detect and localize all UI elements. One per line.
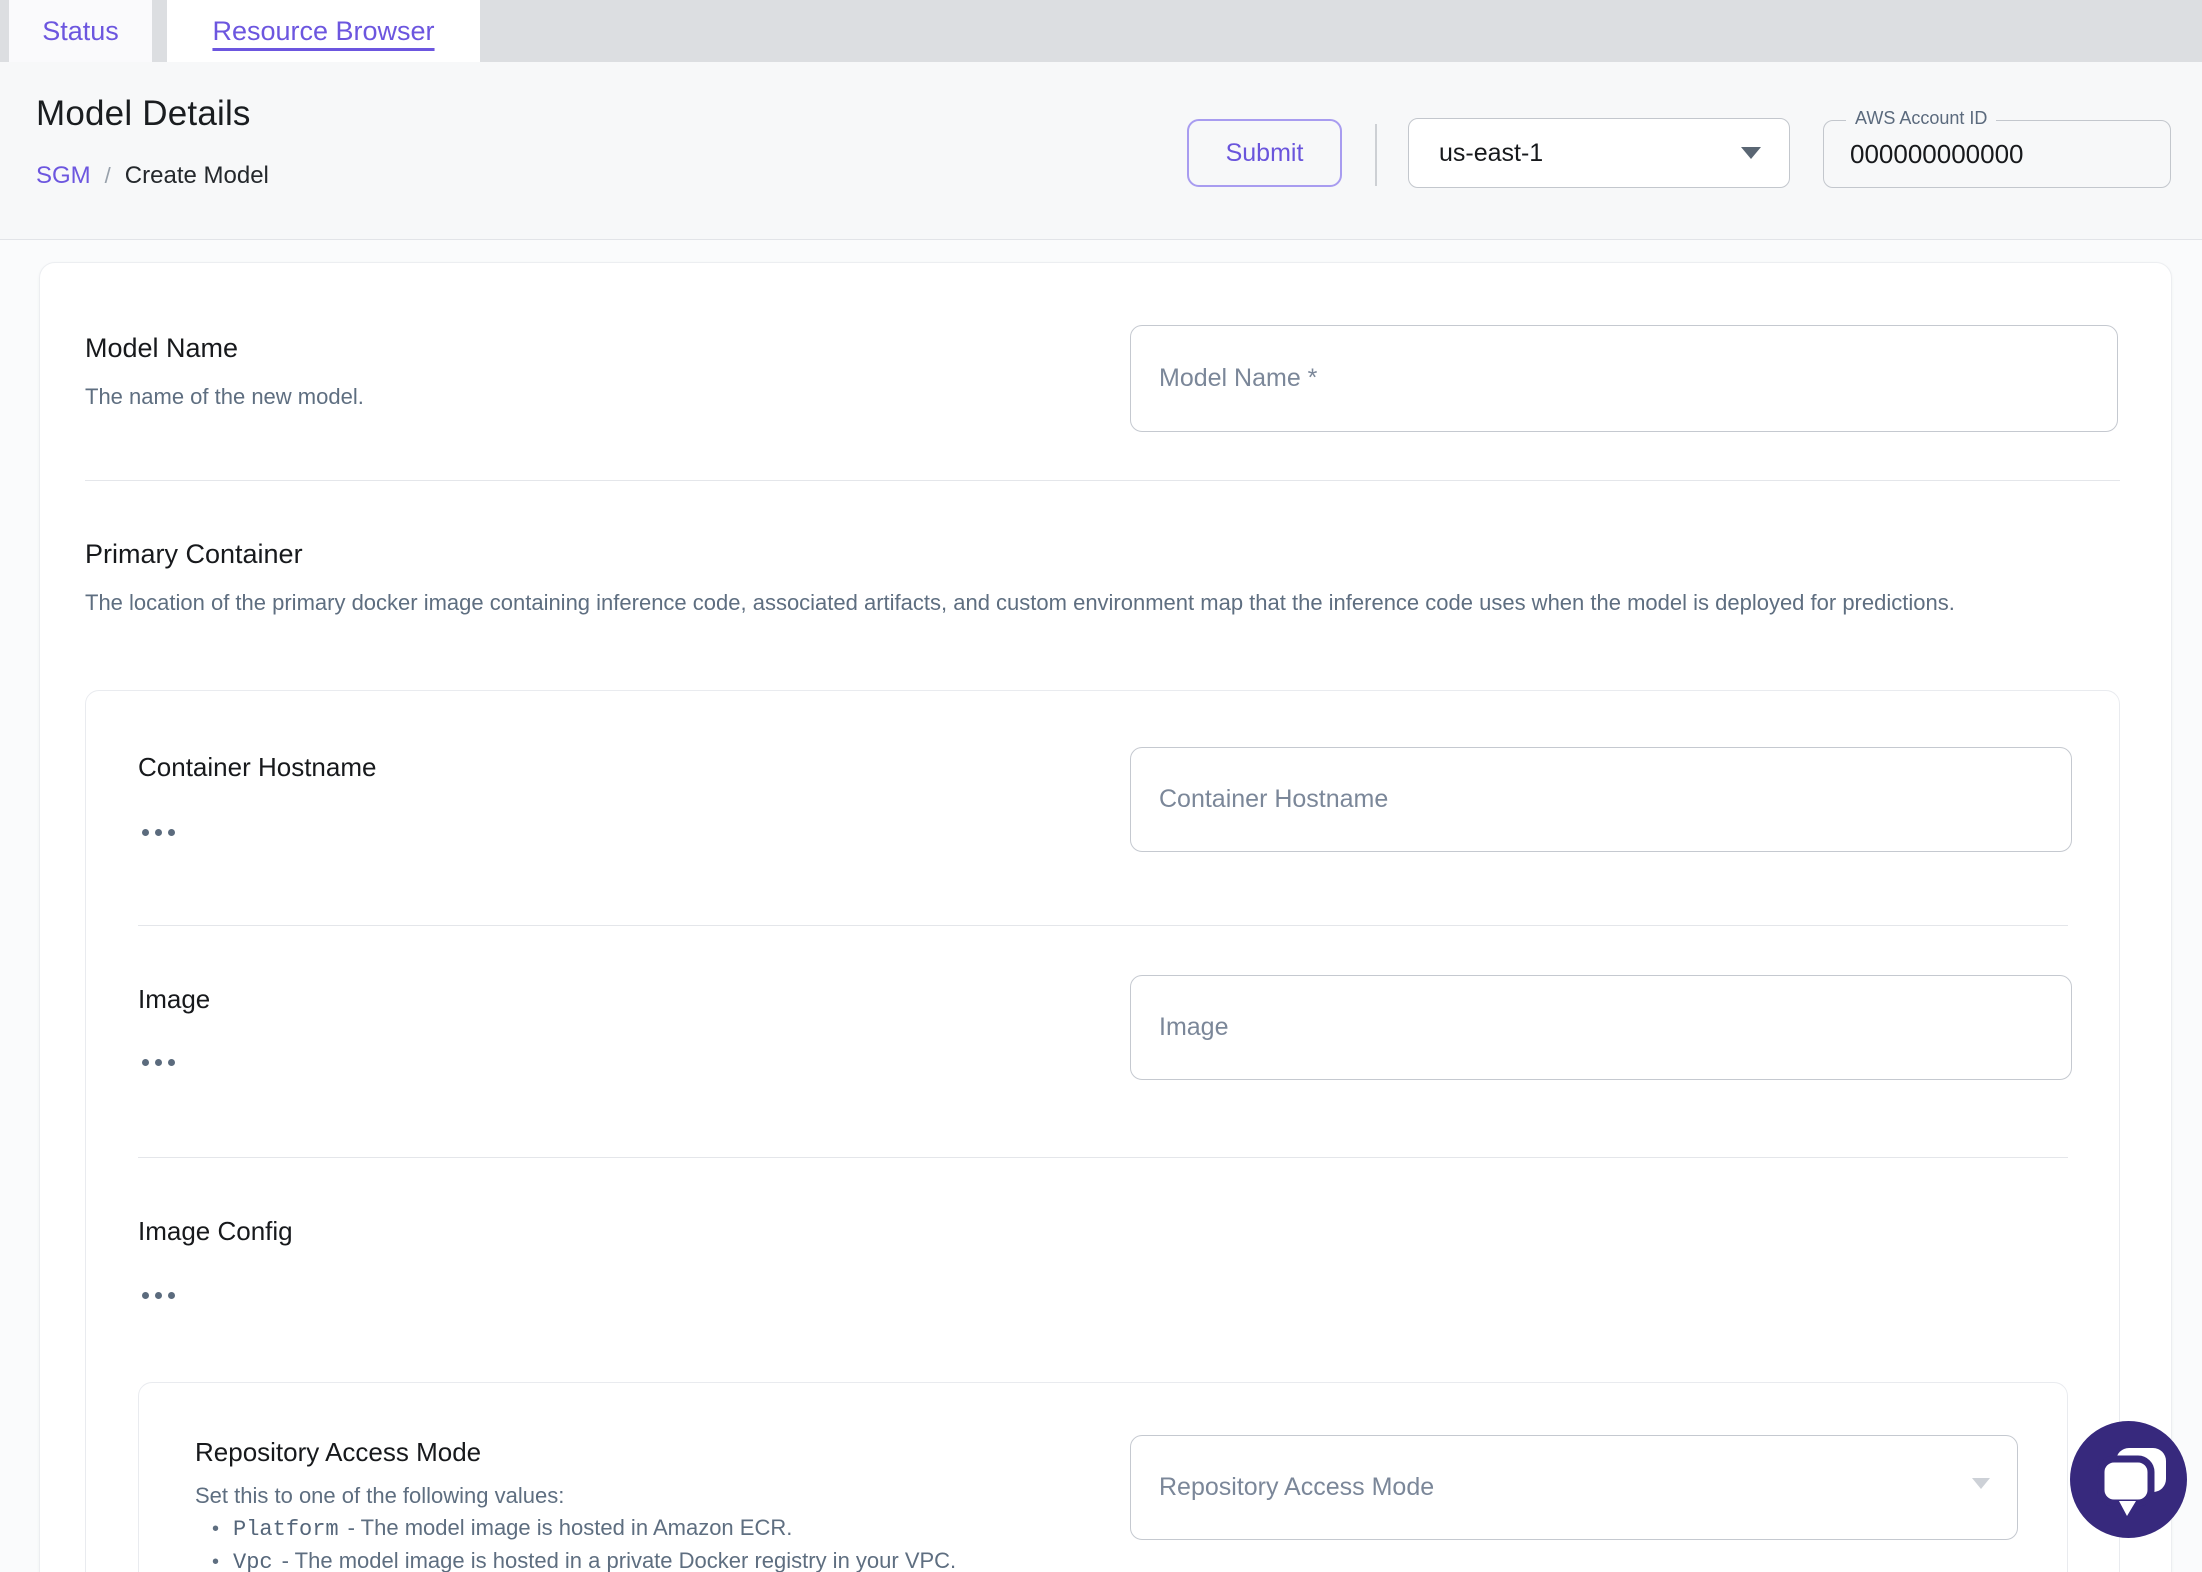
list-item: • Vpc - The model image is hosted in a p… xyxy=(212,1545,956,1572)
chevron-down-icon xyxy=(1741,147,1761,159)
breadcrumb-separator: / xyxy=(104,163,111,188)
image-label: Image xyxy=(138,984,211,1014)
option-text: - The model image is hosted in Amazon EC… xyxy=(347,1515,793,1540)
breadcrumb-current: Create Model xyxy=(124,162,269,189)
primary-container-label: Primary Container xyxy=(85,539,303,569)
model-name-input[interactable] xyxy=(1130,325,2118,432)
tab-resource-browser[interactable]: Resource Browser xyxy=(167,0,480,62)
ellipsis-icon[interactable] xyxy=(140,825,177,840)
bullet-icon: • xyxy=(212,1551,220,1572)
chat-bubbles-icon xyxy=(2097,1448,2166,1516)
aws-account-id-input[interactable] xyxy=(1824,121,2170,187)
model-name-description: The name of the new model. xyxy=(85,384,364,409)
page-title: Model Details xyxy=(36,94,251,133)
repository-access-mode-label: Repository Access Mode xyxy=(195,1437,482,1467)
primary-container-description: The location of the primary docker image… xyxy=(85,590,1955,615)
row-divider xyxy=(138,925,2068,926)
option-code: Vpc xyxy=(233,1550,273,1572)
create-model-page: Status Resource Browser Model Details SG… xyxy=(0,0,2202,1572)
model-name-label: Model Name xyxy=(85,333,239,363)
region-select[interactable]: us-east-1 xyxy=(1408,118,1790,188)
breadcrumb-link-sgm[interactable]: SGM xyxy=(36,162,91,190)
ellipsis-icon[interactable] xyxy=(140,1288,177,1303)
repository-access-mode-description: Set this to one of the following values: xyxy=(195,1483,565,1508)
row-divider xyxy=(85,480,2120,481)
option-text: - The model image is hosted in a private… xyxy=(281,1548,957,1572)
repository-access-mode-options: • Platform - The model image is hosted i… xyxy=(212,1512,956,1572)
region-select-value: us-east-1 xyxy=(1439,138,1544,167)
chat-widget-button[interactable] xyxy=(2070,1421,2187,1538)
list-item: • Platform - The model image is hosted i… xyxy=(212,1512,956,1545)
page-header: Model Details SGM / Create Model Submit … xyxy=(0,62,2202,240)
tab-status[interactable]: Status xyxy=(9,0,152,62)
bullet-icon: • xyxy=(212,1518,220,1540)
container-hostname-label: Container Hostname xyxy=(138,752,377,782)
image-config-label: Image Config xyxy=(138,1216,293,1246)
tab-status-label: Status xyxy=(42,15,119,46)
tab-resource-browser-label: Resource Browser xyxy=(212,15,435,46)
submit-button[interactable]: Submit xyxy=(1187,119,1342,187)
aws-account-id-field: AWS Account ID xyxy=(1823,108,2171,188)
option-code: Platform xyxy=(233,1517,339,1542)
breadcrumb: SGM / Create Model xyxy=(36,162,269,190)
container-hostname-input[interactable] xyxy=(1130,747,2072,852)
ellipsis-icon[interactable] xyxy=(140,1055,177,1070)
header-divider xyxy=(1375,124,1377,186)
row-divider xyxy=(138,1157,2068,1158)
repository-access-mode-select[interactable] xyxy=(1130,1435,2018,1540)
image-input[interactable] xyxy=(1130,975,2072,1080)
tab-bar: Status Resource Browser xyxy=(0,0,2202,62)
chevron-down-icon xyxy=(1972,1478,1990,1489)
